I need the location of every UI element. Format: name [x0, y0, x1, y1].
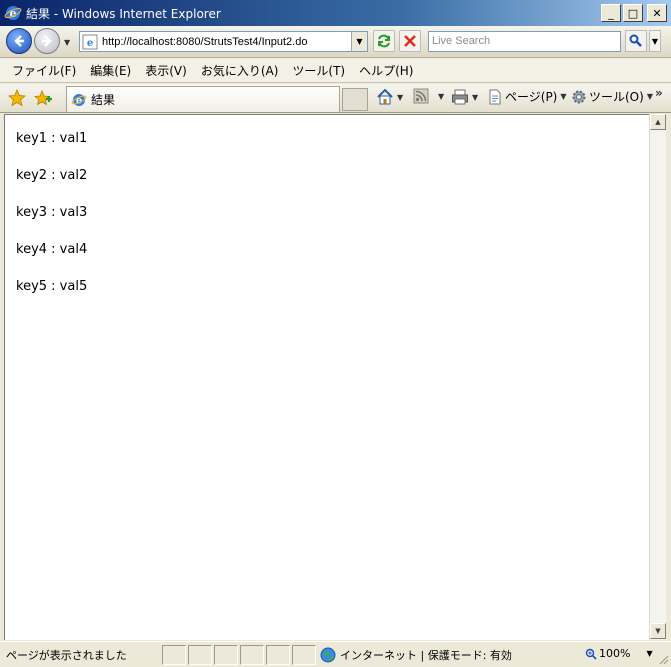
close-button[interactable]: ✕ [647, 4, 667, 22]
key-value-line-4: key4 : val4 [16, 242, 88, 257]
stop-icon [404, 35, 416, 47]
page-icon [489, 89, 501, 104]
command-bar: e 結果 ▼ ▼ ▼ ページ(P) ▼ ツール(O) ▼ » [0, 84, 671, 113]
search-button[interactable] [625, 30, 647, 52]
menu-bar: ファイル(F) 編集(E) 表示(V) お気に入り(A) ツール(T) ヘルプ(… [0, 59, 671, 83]
status-panel [214, 645, 238, 665]
menu-tools[interactable]: ツール(T) [286, 62, 351, 79]
menu-file[interactable]: ファイル(F) [6, 62, 82, 79]
address-dropdown-icon[interactable]: ▼ [351, 32, 367, 51]
recent-pages-dropdown-icon[interactable]: ▼ [64, 38, 70, 47]
zoom-level: 100% [599, 647, 631, 660]
home-button[interactable]: ▼ [376, 88, 403, 106]
forward-button[interactable] [34, 28, 60, 54]
status-panel [188, 645, 212, 665]
page-menu[interactable]: ページ(P) ▼ [487, 88, 567, 105]
status-panel [162, 645, 186, 665]
home-icon [377, 88, 393, 105]
feeds-dropdown-icon[interactable]: ▼ [438, 92, 444, 101]
arrow-right-icon [42, 35, 52, 47]
menu-help[interactable]: ヘルプ(H) [353, 62, 419, 79]
key-value-line-3: key3 : val3 [16, 205, 88, 220]
address-bar[interactable]: e http://localhost:8080/StrutsTest4/Inpu… [79, 31, 368, 52]
status-panel [292, 645, 316, 665]
menu-edit[interactable]: 編集(E) [84, 62, 137, 79]
zoom-dropdown-icon[interactable]: ▼ [646, 649, 652, 658]
search-input[interactable]: Live Search [428, 31, 621, 52]
search-options-dropdown-icon[interactable]: ▼ [649, 30, 661, 52]
tab-title: 結果 [91, 93, 116, 107]
menu-favorites[interactable]: お気に入り(A) [195, 62, 285, 79]
search-icon [629, 34, 642, 47]
resize-grip-icon[interactable] [657, 653, 669, 665]
feeds-button[interactable]: ▼ [413, 88, 444, 104]
status-panel [240, 645, 264, 665]
home-dropdown-icon[interactable]: ▼ [397, 93, 403, 102]
print-button[interactable]: ▼ [451, 88, 478, 106]
minimize-icon: _ [608, 6, 614, 20]
page-ie-icon: e [82, 34, 98, 49]
tab-ie-icon: e [71, 93, 87, 106]
gear-icon [572, 90, 586, 103]
ie-logo-icon: e [4, 6, 22, 20]
tools-menu[interactable]: ツール(O) ▼ [571, 88, 653, 105]
scroll-down-arrow-icon[interactable]: ▼ [650, 623, 666, 639]
refresh-icon [378, 34, 390, 48]
security-zone[interactable]: インターネット | 保護モード: 有効 [320, 645, 512, 665]
page-dropdown-icon: ▼ [560, 92, 567, 101]
refresh-button[interactable] [373, 30, 395, 52]
arrow-left-icon [14, 35, 24, 47]
new-tab-button[interactable] [342, 88, 368, 111]
print-dropdown-icon[interactable]: ▼ [472, 93, 478, 102]
stop-button[interactable] [399, 30, 421, 52]
zoom-control[interactable]: 100% ▼ [585, 647, 653, 660]
scroll-up-arrow-icon[interactable]: ▲ [650, 114, 666, 130]
minimize-button[interactable]: _ [601, 4, 621, 22]
key-value-line-5: key5 : val5 [16, 279, 88, 294]
more-commands-chevron-icon[interactable]: » [655, 86, 663, 100]
key-value-line-1: key1 : val1 [16, 131, 88, 146]
back-button[interactable] [6, 28, 32, 54]
page-menu-label: ページ(P) [505, 90, 558, 104]
favorites-star-icon[interactable] [8, 89, 26, 107]
maximize-button[interactable]: □ [623, 4, 643, 22]
tools-menu-label: ツール(O) [589, 90, 644, 104]
close-icon: ✕ [652, 6, 662, 20]
page-content: key1 : val1 key2 : val2 key3 : val3 key4… [4, 114, 649, 640]
security-zone-label: インターネット | 保護モード: 有効 [340, 649, 512, 662]
printer-icon [452, 89, 468, 105]
svg-text:e: e [87, 38, 93, 49]
maximize-icon: □ [627, 6, 639, 20]
menu-view[interactable]: 表示(V) [139, 62, 193, 79]
title-bar[interactable]: e 結果 - Windows Internet Explorer _ □ ✕ [0, 0, 671, 26]
window-title: 結果 - Windows Internet Explorer [26, 6, 221, 21]
tools-dropdown-icon: ▼ [646, 92, 653, 101]
tab-result[interactable]: e 結果 [66, 86, 340, 112]
zoom-magnifier-icon [585, 648, 597, 660]
vertical-scrollbar[interactable]: ▲ ▼ [649, 114, 666, 640]
address-toolbar: ▼ e http://localhost:8080/StrutsTest4/In… [0, 26, 671, 58]
status-panel [266, 645, 290, 665]
globe-icon [320, 647, 336, 663]
address-url[interactable]: http://localhost:8080/StrutsTest4/Input2… [102, 36, 351, 48]
rss-feed-icon [413, 88, 429, 104]
status-text: ページが表示されました [6, 649, 127, 662]
add-favorite-icon[interactable] [34, 89, 52, 107]
key-value-line-2: key2 : val2 [16, 168, 88, 183]
status-bar: ページが表示されました インターネット | 保護モード: 有効 100% ▼ [0, 641, 671, 667]
